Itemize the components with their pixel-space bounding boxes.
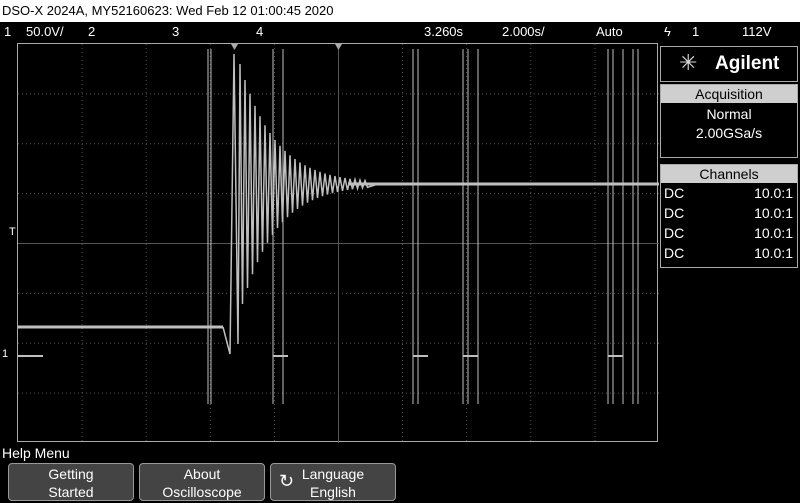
channels-header: Channels [661,165,797,183]
waveform-display[interactable] [17,43,659,443]
trigger-marker: T [9,226,16,238]
trigger-level[interactable]: 112V [742,22,771,42]
brand-name: Agilent [715,53,780,74]
ch3-label[interactable]: 3 [172,22,179,42]
channel-coupling: DC [664,205,685,221]
rotate-icon: ↻ [279,471,295,491]
time-delay[interactable]: 3.260s [424,22,463,42]
sample-rate: 2.00GSa/s [695,125,763,141]
title-bar: DSO-X 2024A, MY52160623: Wed Feb 12 01:0… [0,0,800,22]
channels-panel[interactable]: Channels DC 10.0:1 DC 10.0:1 DC 10.0:1 D… [660,164,798,268]
about-oscilloscope-button[interactable]: About Oscilloscope [139,463,265,501]
softkey-line2: Oscilloscope [162,484,242,500]
channel-coupling: DC [664,225,685,241]
ch1-label[interactable]: 1 [4,22,11,42]
trigger-edge-icon: ϟ [664,24,671,39]
channel-row: DC 10.0:1 [661,243,797,263]
channel-probe: 10.0:1 [754,205,793,221]
ch1-ground-marker: 1 [2,348,9,360]
channel-row: DC 10.0:1 [661,203,797,223]
channel-row: DC 10.0:1 [661,183,797,203]
getting-started-button[interactable]: Getting Started [8,463,134,501]
ch4-label[interactable]: 4 [256,22,263,42]
softkey-line1: About [183,466,221,482]
channel-probe: 10.0:1 [754,245,793,261]
ch1-scale[interactable]: 50.0V/ [26,22,64,42]
ch2-label[interactable]: 2 [88,22,95,42]
help-menu-label: Help Menu [2,445,70,461]
trace-ringing [222,53,659,355]
acquisition-mode: Normal [706,106,752,122]
language-button[interactable]: ↻ Language English [270,463,396,501]
status-bar: 1 50.0V/ 2 3 4 3.260s 2.000s/ Auto ϟ 1 1… [0,22,800,42]
trigger-position-marker [231,44,238,50]
channel-probe: 10.0:1 [754,185,793,201]
softkey-line2: Started [48,484,94,500]
center-marker [335,44,342,50]
trigger-channel[interactable]: 1 [692,22,699,42]
brand-panel: ✳ Agilent [660,46,798,82]
acquisition-header: Acquisition [661,85,797,103]
time-scale[interactable]: 2.000s/ [502,22,545,42]
channel-coupling: DC [664,185,685,201]
acquisition-panel[interactable]: Acquisition Normal 2.00GSa/s [660,84,798,158]
channel-probe: 10.0:1 [754,225,793,241]
trigger-mode[interactable]: Auto [596,22,623,42]
softkey-line1: Getting [48,466,94,482]
channel-row: DC 10.0:1 [661,223,797,243]
waveform-grid [18,44,659,443]
agilent-spark-icon: ✳ [679,50,698,75]
channel-coupling: DC [664,245,685,261]
